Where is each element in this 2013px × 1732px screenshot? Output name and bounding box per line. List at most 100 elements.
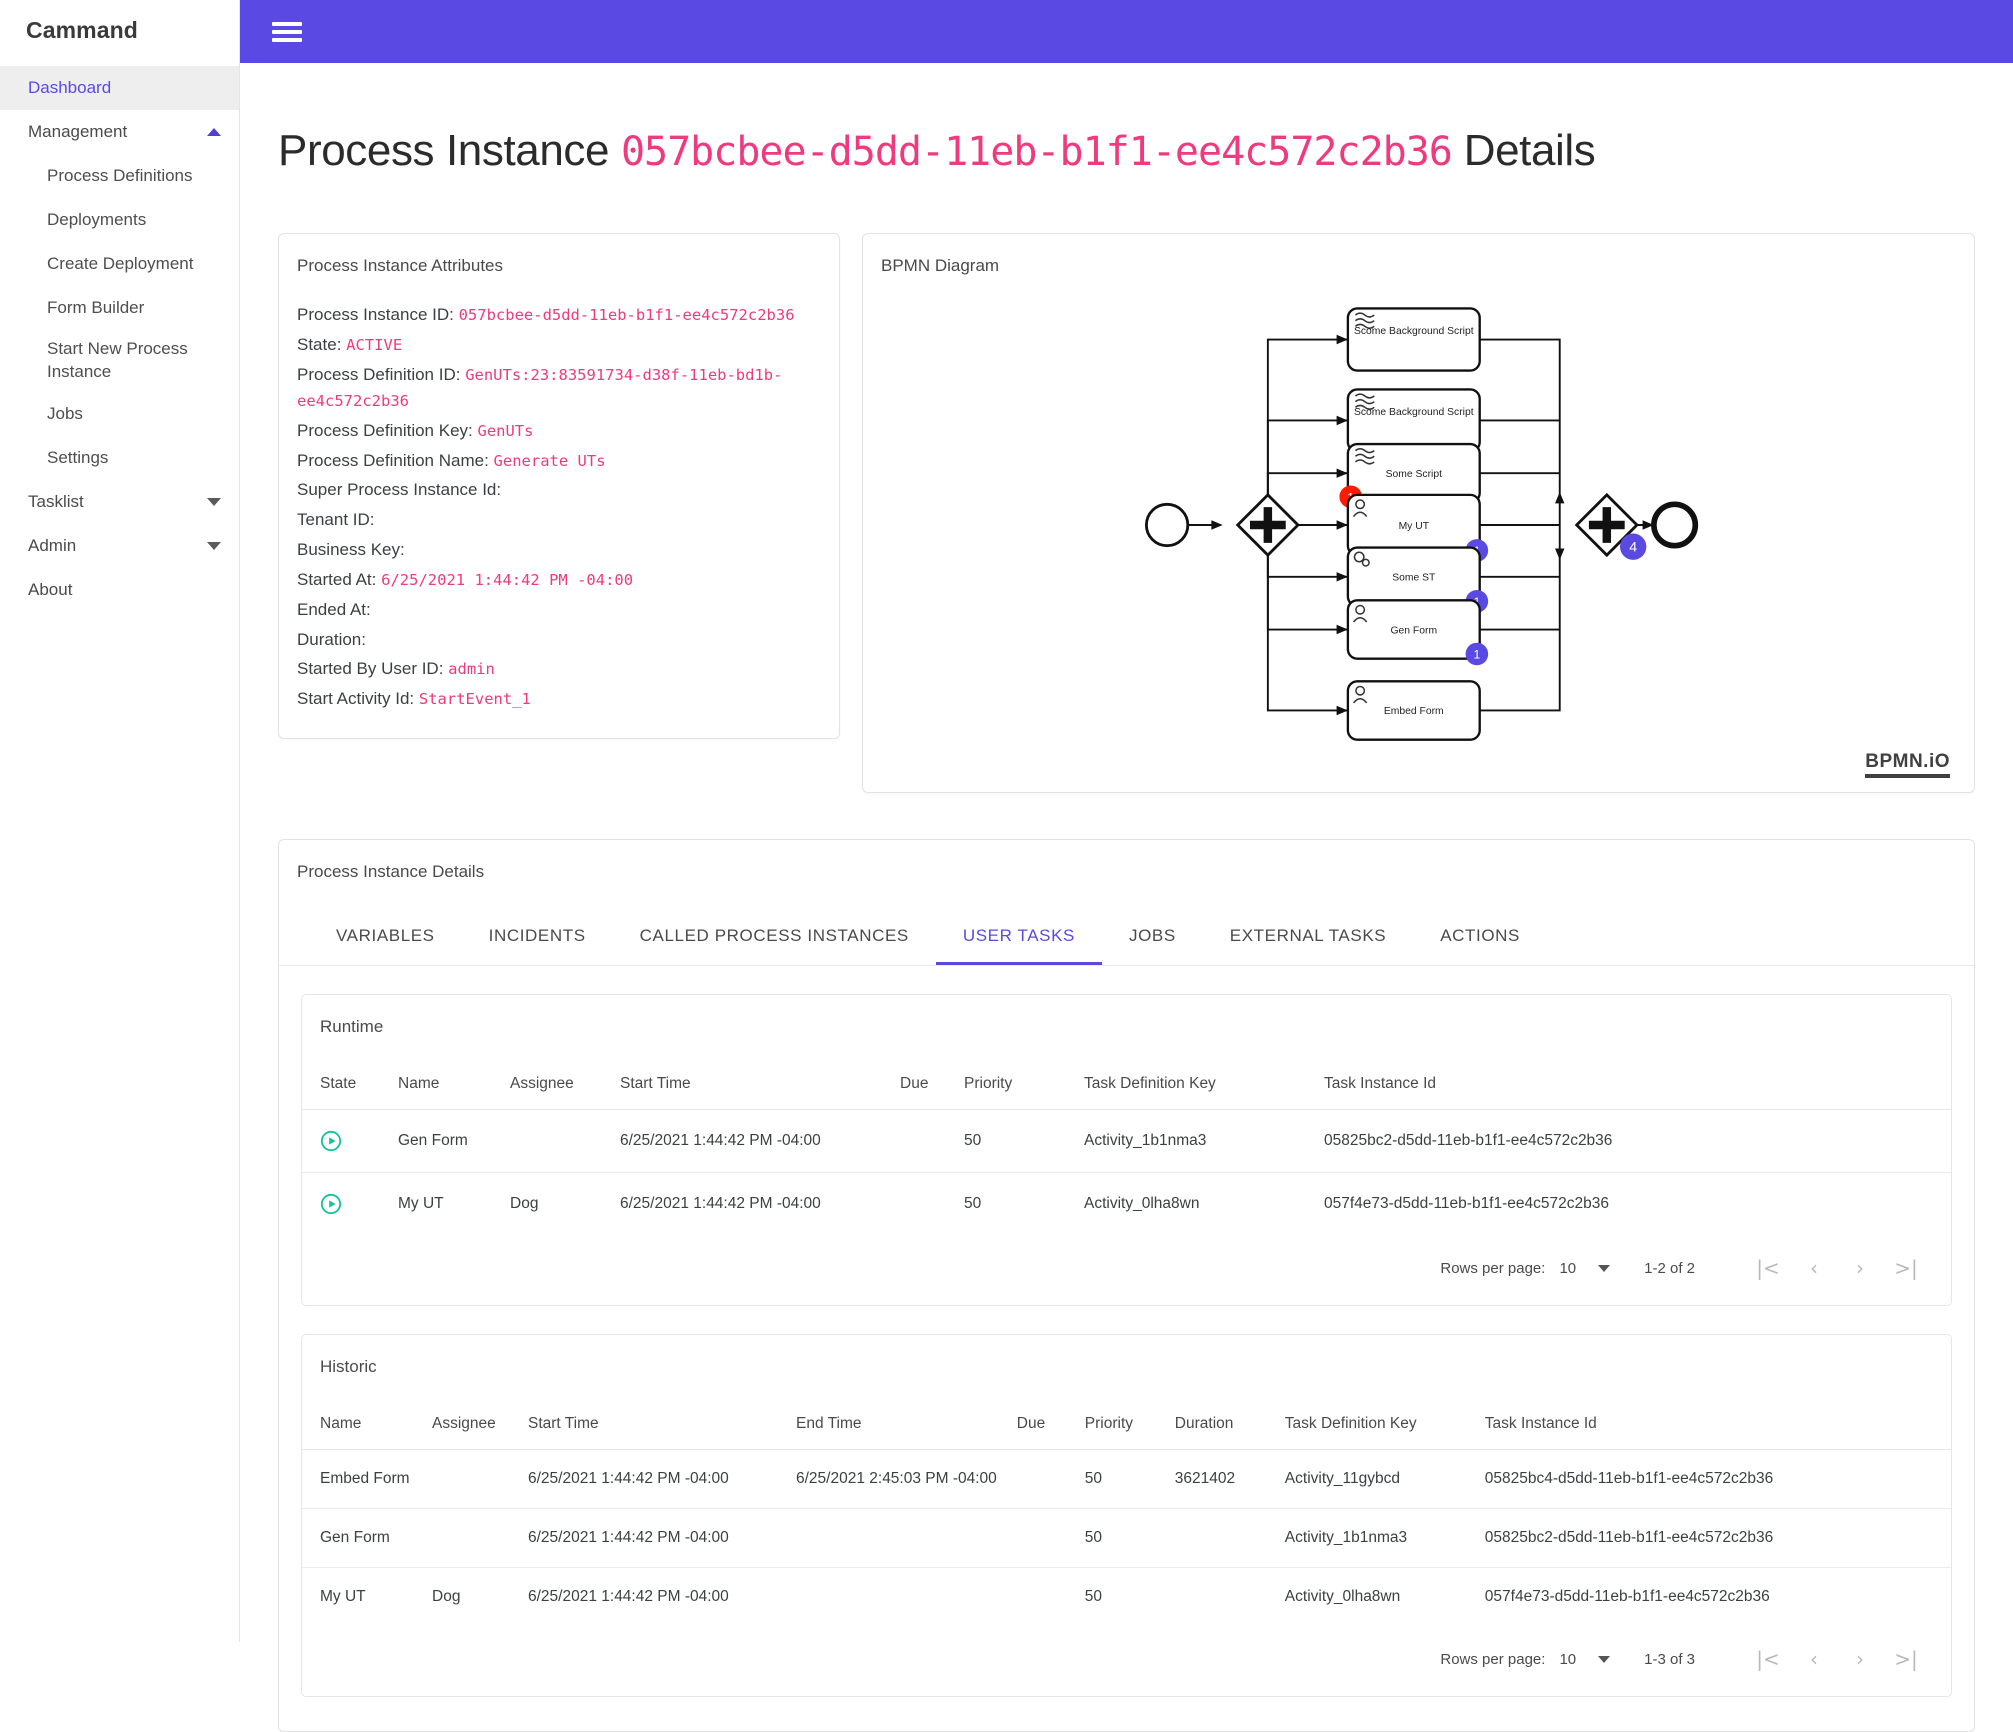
col-due[interactable]: Due [890, 1061, 954, 1111]
sidebar-item-label: Jobs [47, 403, 83, 423]
cell-task-definition-key: Activity_1b1nma3 [1074, 1109, 1314, 1174]
sidebar-item-deployments[interactable]: Deployments [0, 198, 239, 242]
col-task-instance-id[interactable]: Task Instance Id [1314, 1061, 1951, 1111]
bpmn-task-scome-background-script-2[interactable]: Scome Background Script [1346, 388, 1481, 454]
table-row[interactable]: Gen Form 6/25/2021 1:44:42 PM -04:00 50 … [302, 1109, 1951, 1174]
table-row[interactable]: Gen Form 6/25/2021 1:44:42 PM -04:00 50 … [302, 1508, 1951, 1569]
cell-priority: 50 [954, 1109, 1074, 1174]
col-name[interactable]: Name [302, 1401, 422, 1451]
bpmn-end-event[interactable] [1651, 501, 1699, 549]
col-task-definition-key[interactable]: Task Definition Key [1274, 1401, 1475, 1451]
previous-page-button[interactable]: ‹ [1791, 1253, 1837, 1283]
tab-called-process-instances[interactable]: CALLED PROCESS INSTANCES [613, 912, 936, 965]
sidebar-item-dashboard[interactable]: Dashboard [0, 66, 239, 110]
attribute-label: Process Definition Name: [297, 450, 489, 470]
attribute-label: Process Definition Key: [297, 420, 473, 440]
col-state[interactable]: State [302, 1061, 388, 1111]
last-page-button[interactable]: >| [1883, 1253, 1929, 1283]
bpmn-card-title: BPMN Diagram [881, 256, 1000, 276]
table-row[interactable]: My UT Dog 6/25/2021 1:44:42 PM -04:00 50… [302, 1568, 1951, 1627]
cell-name: Gen Form [302, 1508, 422, 1569]
bpmn-task-label: Some ST [1392, 573, 1436, 584]
attribute-row: Started By User ID: admin [297, 656, 821, 682]
attribute-value: ACTIVE [346, 336, 403, 355]
chevron-down-icon [207, 542, 221, 550]
hamburger-icon[interactable] [272, 18, 302, 46]
bpmn-start-event[interactable] [1144, 503, 1190, 548]
attribute-label: Started At: [297, 569, 377, 589]
tab-incidents[interactable]: INCIDENTS [462, 912, 613, 965]
next-page-button[interactable]: › [1837, 1644, 1883, 1674]
hamburger-bar [272, 21, 302, 26]
sidebar-group-management[interactable]: Management [0, 110, 239, 154]
cell-priority: 50 [1074, 1508, 1165, 1569]
page-title: Process Instance 057bcbee-d5dd-11eb-b1f1… [278, 126, 2013, 175]
bpmn-task-embed-form[interactable]: Embed Form [1346, 680, 1481, 742]
col-duration[interactable]: Duration [1164, 1401, 1275, 1451]
attribute-row: Process Definition Name: Generate UTs [297, 448, 821, 474]
attribute-row: Business Key: [297, 537, 821, 563]
table-row[interactable]: Embed Form 6/25/2021 1:44:42 PM -04:00 6… [302, 1449, 1951, 1510]
col-priority[interactable]: Priority [954, 1061, 1074, 1111]
bpmn-parallel-gateway-join[interactable]: 4 [1574, 493, 1647, 561]
sidebar-item-settings[interactable]: Settings [0, 436, 239, 480]
col-start-time[interactable]: Start Time [518, 1401, 786, 1451]
attribute-value: 057bcbee-d5dd-11eb-b1f1-ee4c572c2b36 [458, 306, 795, 325]
attribute-value: admin [448, 660, 495, 679]
page-title-suffix: Details [1463, 126, 1596, 175]
col-task-instance-id[interactable]: Task Instance Id [1474, 1401, 1951, 1451]
sidebar-item-form-builder[interactable]: Form Builder [0, 286, 239, 330]
bpmn-task-gen-form[interactable]: Gen Form 1 [1346, 599, 1489, 666]
first-page-button[interactable]: |< [1745, 1644, 1791, 1674]
col-assignee[interactable]: Assignee [422, 1401, 518, 1451]
rows-per-page-select[interactable]: 10 [1559, 1651, 1611, 1668]
cell-task-instance-id: 057f4e73-d5dd-11eb-b1f1-ee4c572c2b36 [1484, 1588, 1770, 1606]
sidebar-item-label: Dashboard [28, 78, 112, 97]
bpmn-canvas[interactable]: 4 Scome Background Script Scome Backgrou… [863, 276, 1974, 774]
cell-task-instance-id: 05825bc4-d5dd-11eb-b1f1-ee4c572c2b36 [1474, 1449, 1951, 1510]
col-due[interactable]: Due [1006, 1401, 1075, 1451]
sidebar-group-admin[interactable]: Admin [0, 524, 239, 568]
tab-jobs[interactable]: JOBS [1102, 912, 1203, 965]
sidebar-item-about[interactable]: About [0, 568, 239, 612]
cell-task-definition-key: Activity_11gybcd [1274, 1449, 1475, 1510]
sidebar-item-start-new-process-instance[interactable]: Start New Process Instance [0, 330, 239, 392]
bpmn-task-scome-background-script-1[interactable]: Scome Background Script [1346, 307, 1481, 373]
sidebar-item-create-deployment[interactable]: Create Deployment [0, 242, 239, 286]
chevron-down-icon [1598, 1655, 1611, 1663]
play-circle-icon [320, 1131, 342, 1152]
hamburger-bar [272, 29, 302, 34]
cell-task-definition-key: Activity_1b1nma3 [1274, 1508, 1475, 1569]
cell-name: My UT [320, 1588, 366, 1606]
col-name[interactable]: Name [388, 1061, 500, 1111]
attribute-label: Start Activity Id: [297, 689, 415, 709]
sidebar-group-tasklist[interactable]: Tasklist [0, 480, 239, 524]
details-tabs: VARIABLES INCIDENTS CALLED PROCESS INSTA… [279, 882, 1974, 967]
tab-user-tasks[interactable]: USER TASKS [935, 912, 1102, 966]
col-end-time[interactable]: End Time [786, 1401, 1007, 1451]
last-page-button[interactable]: >| [1883, 1644, 1929, 1674]
first-page-button[interactable]: |< [1745, 1253, 1791, 1283]
sidebar-item-process-definitions[interactable]: Process Definitions [0, 154, 239, 198]
previous-page-button[interactable]: ‹ [1791, 1644, 1837, 1674]
attributes-card-title: Process Instance Attributes [297, 256, 503, 276]
attribute-label: Business Key: [297, 540, 405, 560]
table-row[interactable]: My UT Dog 6/25/2021 1:44:42 PM -04:00 50… [302, 1173, 1951, 1236]
rows-per-page-select[interactable]: 10 [1559, 1260, 1611, 1277]
bpmn-parallel-gateway-split[interactable] [1235, 493, 1300, 558]
attribute-label: Process Definition ID: [297, 365, 461, 385]
bpmn-diagram-svg[interactable]: 4 Scome Background Script Scome Backgrou… [863, 276, 1974, 774]
col-priority[interactable]: Priority [1074, 1401, 1165, 1451]
col-assignee[interactable]: Assignee [500, 1061, 610, 1111]
cell-task-instance-id: 05825bc2-d5dd-11eb-b1f1-ee4c572c2b36 [1314, 1109, 1951, 1174]
cell-due [890, 1109, 954, 1174]
tab-variables[interactable]: VARIABLES [309, 912, 462, 965]
col-task-definition-key[interactable]: Task Definition Key [1074, 1061, 1314, 1111]
tab-actions[interactable]: ACTIONS [1413, 912, 1547, 965]
attributes-list: Process Instance ID: 057bcbee-d5dd-11eb-… [279, 276, 839, 738]
tab-external-tasks[interactable]: EXTERNAL TASKS [1203, 912, 1413, 965]
sidebar-item-jobs[interactable]: Jobs [0, 392, 239, 436]
cell-task-instance-id: 057f4e73-d5dd-11eb-b1f1-ee4c572c2b36 [1324, 1195, 1609, 1213]
next-page-button[interactable]: › [1837, 1253, 1883, 1283]
col-start-time[interactable]: Start Time [610, 1061, 890, 1111]
